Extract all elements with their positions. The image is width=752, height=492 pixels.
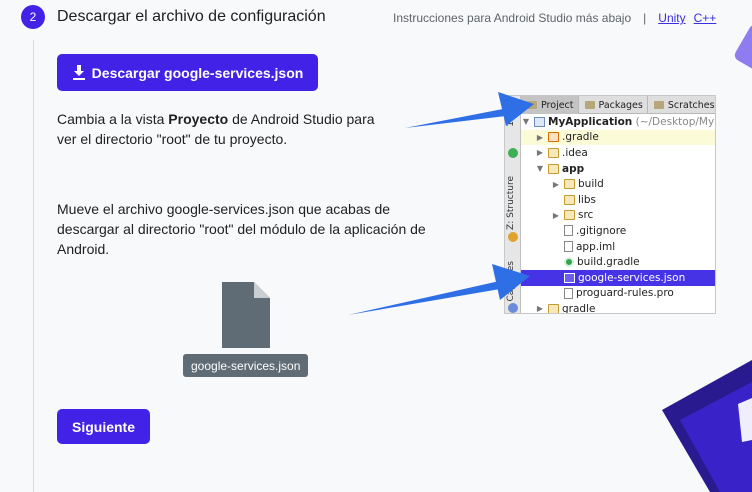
instruction-arrows [348,92,534,315]
arrow-to-google-services [348,264,530,315]
decorative-shape-bottom [662,360,752,492]
arrow-to-project-tab [405,92,534,128]
